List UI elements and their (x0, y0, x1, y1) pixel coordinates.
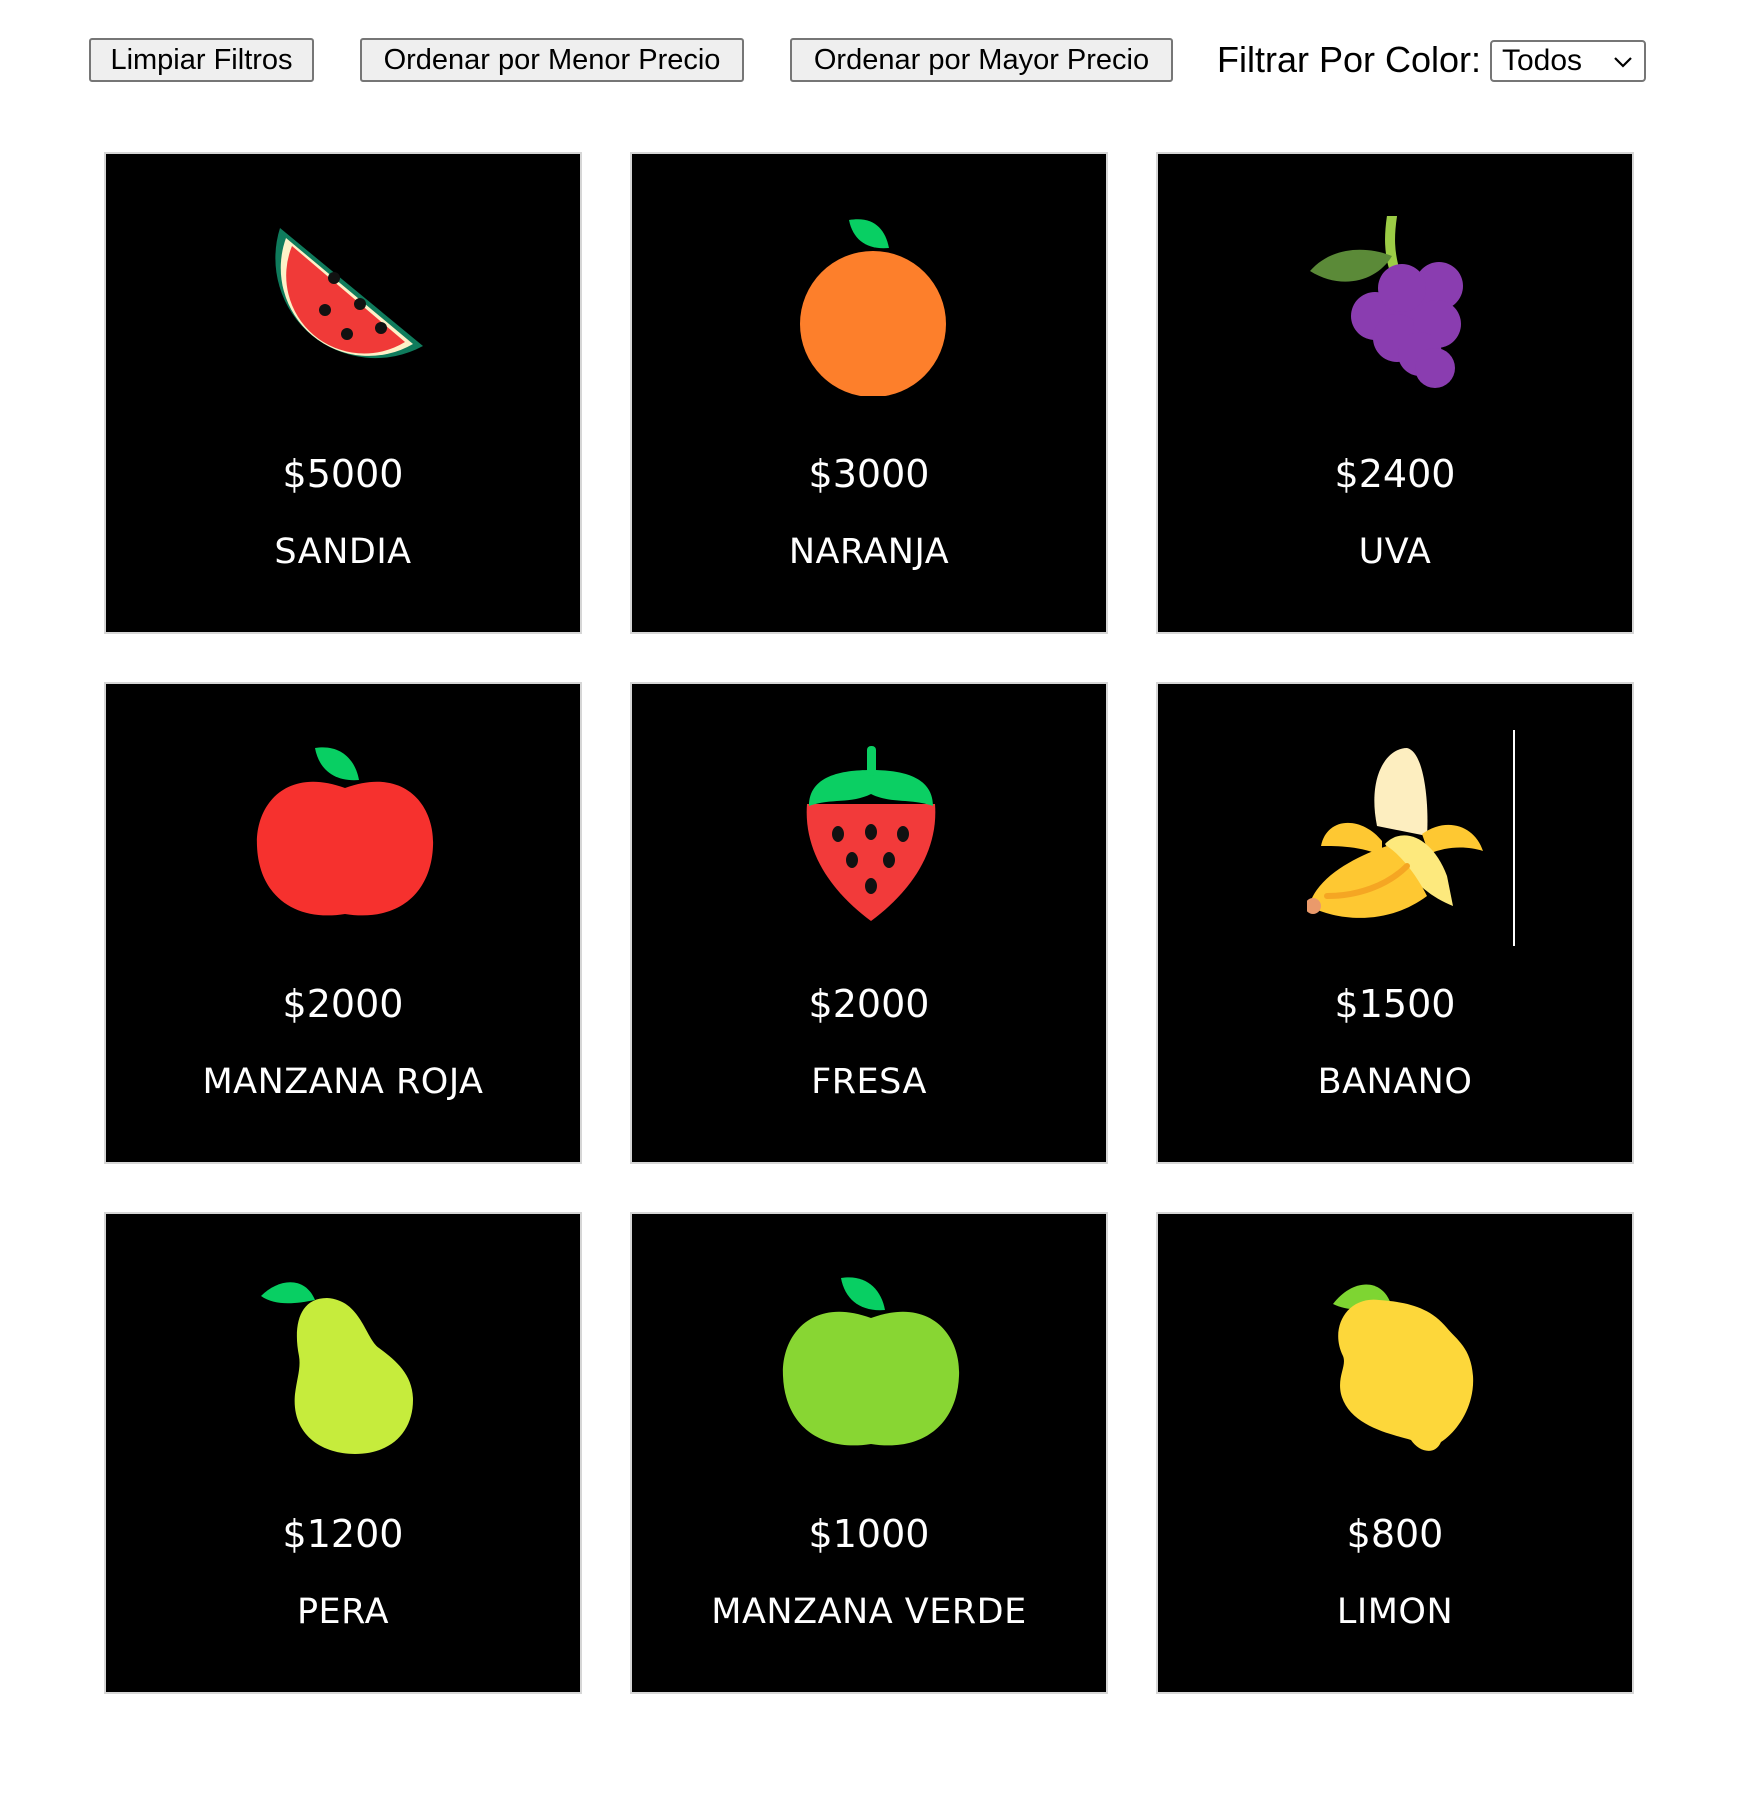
product-name: NARANJA (788, 532, 950, 572)
product-price: $2000 (282, 982, 404, 1026)
product-name: PERA (296, 1592, 390, 1632)
lemon-icon (1333, 1284, 1474, 1451)
product-price: $3000 (808, 452, 930, 496)
product-name: BANANO (1317, 1062, 1473, 1102)
product-card[interactable]: $1200 PERA (104, 1212, 582, 1694)
sort-descending-button[interactable]: Ordenar por Mayor Precio (790, 38, 1173, 82)
watermelon-icon (275, 228, 423, 359)
product-price: $800 (1346, 1512, 1444, 1556)
color-filter-label: Filtrar Por Color: (1217, 39, 1482, 80)
product-card[interactable]: $1500 BANANO (1156, 682, 1634, 1164)
product-card[interactable]: $5000 SANDIA (104, 152, 582, 634)
chevron-down-icon (1614, 57, 1632, 68)
product-card[interactable]: $2000 MANZANA ROJA (104, 682, 582, 1164)
red-apple-icon (256, 747, 434, 916)
product-card[interactable]: $2000 FRESA (630, 682, 1108, 1164)
clear-filters-button[interactable]: Limpiar Filtros (89, 38, 314, 82)
color-filter-select[interactable]: Todos (1490, 40, 1646, 82)
color-filter-value: Todos (1502, 44, 1583, 77)
product-card[interactable]: $800 LIMON (1156, 1212, 1634, 1694)
product-card[interactable]: $1000 MANZANA VERDE (630, 1212, 1108, 1694)
sort-ascending-button[interactable]: Ordenar por Menor Precio (360, 38, 744, 82)
strawberry-icon (806, 746, 936, 921)
product-card[interactable]: $3000 NARANJA (630, 152, 1108, 634)
product-name: MANZANA VERDE (711, 1592, 1027, 1632)
product-card[interactable]: $2400 UVA (1156, 152, 1634, 634)
product-price: $2000 (808, 982, 930, 1026)
product-name: LIMON (1336, 1592, 1454, 1632)
grapes-icon (1310, 216, 1463, 388)
product-name: UVA (1358, 532, 1432, 572)
product-price: $1000 (808, 1512, 930, 1556)
pear-icon (261, 1282, 413, 1454)
product-price: $2400 (1334, 452, 1456, 496)
product-price: $5000 (282, 452, 404, 496)
product-price: $1200 (282, 1512, 404, 1556)
text-cursor (1513, 730, 1515, 946)
green-apple-icon (782, 1277, 960, 1446)
product-name: MANZANA ROJA (202, 1062, 484, 1102)
orange-icon (800, 219, 946, 396)
product-price: $1500 (1334, 982, 1456, 1026)
product-name: SANDIA (274, 532, 412, 572)
product-name: FRESA (811, 1062, 927, 1102)
banana-icon (1307, 748, 1483, 918)
